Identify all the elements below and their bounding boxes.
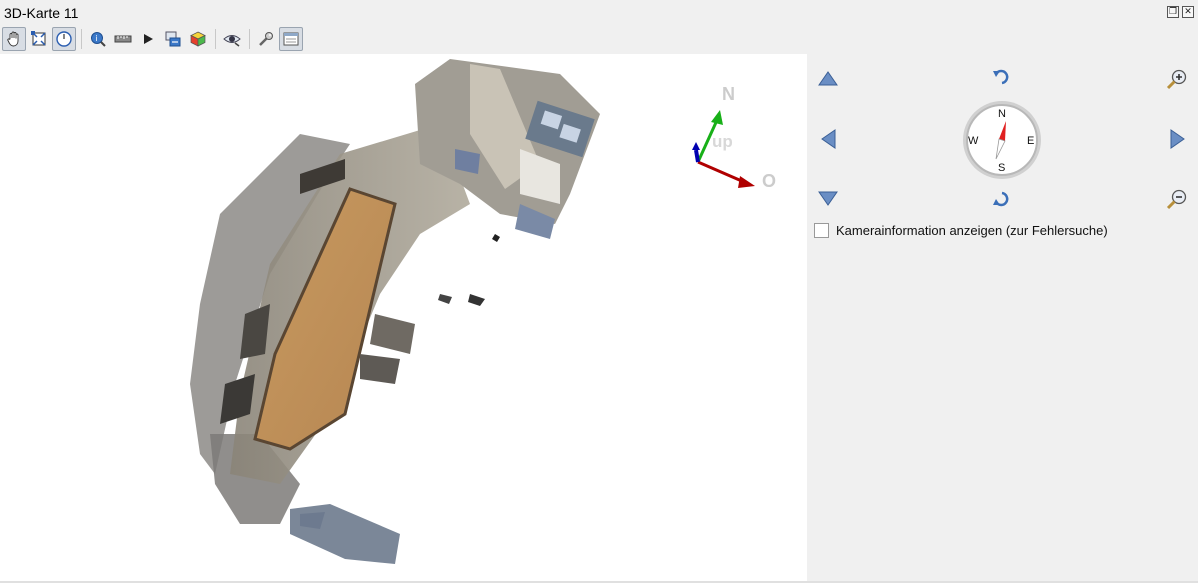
axis-y-arrowhead <box>711 110 723 125</box>
move-up-arrow-icon[interactable] <box>818 70 838 86</box>
panel-icon <box>283 32 299 46</box>
float-window-button[interactable]: ❐ <box>1167 6 1179 18</box>
measure-icon <box>114 35 132 43</box>
effects-button[interactable] <box>186 27 210 51</box>
eye-icon <box>223 35 241 47</box>
axis-gizmo: N up O <box>692 84 776 190</box>
camera-info-checkbox[interactable] <box>814 223 829 238</box>
svg-text:i: i <box>96 34 98 43</box>
map3d-viewport[interactable]: N up O <box>0 54 807 581</box>
rotate-up-icon[interactable] <box>992 68 1012 86</box>
axis-up-label: up <box>712 132 733 151</box>
axis-east-label: O <box>762 171 776 190</box>
zoom-out-icon[interactable] <box>1166 188 1188 210</box>
export-scene-button[interactable] <box>161 27 185 51</box>
zoom-full-button[interactable] <box>27 27 51 51</box>
axis-x-arrowhead <box>738 176 755 188</box>
camera-info-label: Kamerainformation anzeigen (zur Fehlersu… <box>836 223 1108 238</box>
toolbar-separator <box>215 29 216 49</box>
zoom-in-icon[interactable] <box>1166 68 1188 90</box>
camera-view-button[interactable] <box>220 27 244 51</box>
axis-north-label: N <box>722 84 735 104</box>
move-left-arrow-icon[interactable] <box>820 129 836 149</box>
move-right-arrow-icon[interactable] <box>1170 129 1186 149</box>
axis-x-line <box>697 160 745 184</box>
rotate-down-icon[interactable] <box>992 190 1012 208</box>
navigation-panel: N E S W Kamerainformation anzeigen (zur … <box>808 54 1198 581</box>
axis-z-line <box>694 149 700 163</box>
measure-button[interactable] <box>111 27 135 51</box>
window-buttons: ❐ ✕ <box>1167 6 1194 18</box>
toolbar-separator <box>81 29 82 49</box>
play-icon <box>144 34 153 44</box>
animation-button[interactable] <box>136 27 160 51</box>
cube-icon <box>190 31 206 47</box>
export-icon <box>165 31 181 47</box>
camera-orbit-icon <box>56 31 72 47</box>
map3d-toolbar: i <box>2 27 304 51</box>
zoom-full-icon <box>31 31 46 46</box>
camera-info-row[interactable]: Kamerainformation anzeigen (zur Fehlersu… <box>814 223 1108 238</box>
wrench-icon <box>259 32 273 46</box>
camera-control-button[interactable] <box>52 27 76 51</box>
window-title: 3D-Karte 11 <box>4 5 79 21</box>
compass-n-label: N <box>998 108 1006 120</box>
pan-tool-button[interactable] <box>2 27 26 51</box>
compass-w-label: W <box>968 135 979 147</box>
toggle-navigation-panel-button[interactable] <box>279 27 303 51</box>
compass-s-label: S <box>998 162 1005 174</box>
axis-z-arrowhead <box>692 142 700 150</box>
hand-icon <box>7 31 19 47</box>
identify-button[interactable]: i <box>86 27 110 51</box>
identify-icon: i <box>91 32 106 47</box>
configure-button[interactable] <box>254 27 278 51</box>
move-down-arrow-icon[interactable] <box>818 191 838 207</box>
window-titlebar: 3D-Karte 11 ❐ ✕ <box>0 0 1198 26</box>
toolbar-separator <box>249 29 250 49</box>
compass-e-label: E <box>1027 135 1034 147</box>
compass-icon[interactable]: N E S W <box>961 99 1043 181</box>
close-window-button[interactable]: ✕ <box>1182 6 1194 18</box>
